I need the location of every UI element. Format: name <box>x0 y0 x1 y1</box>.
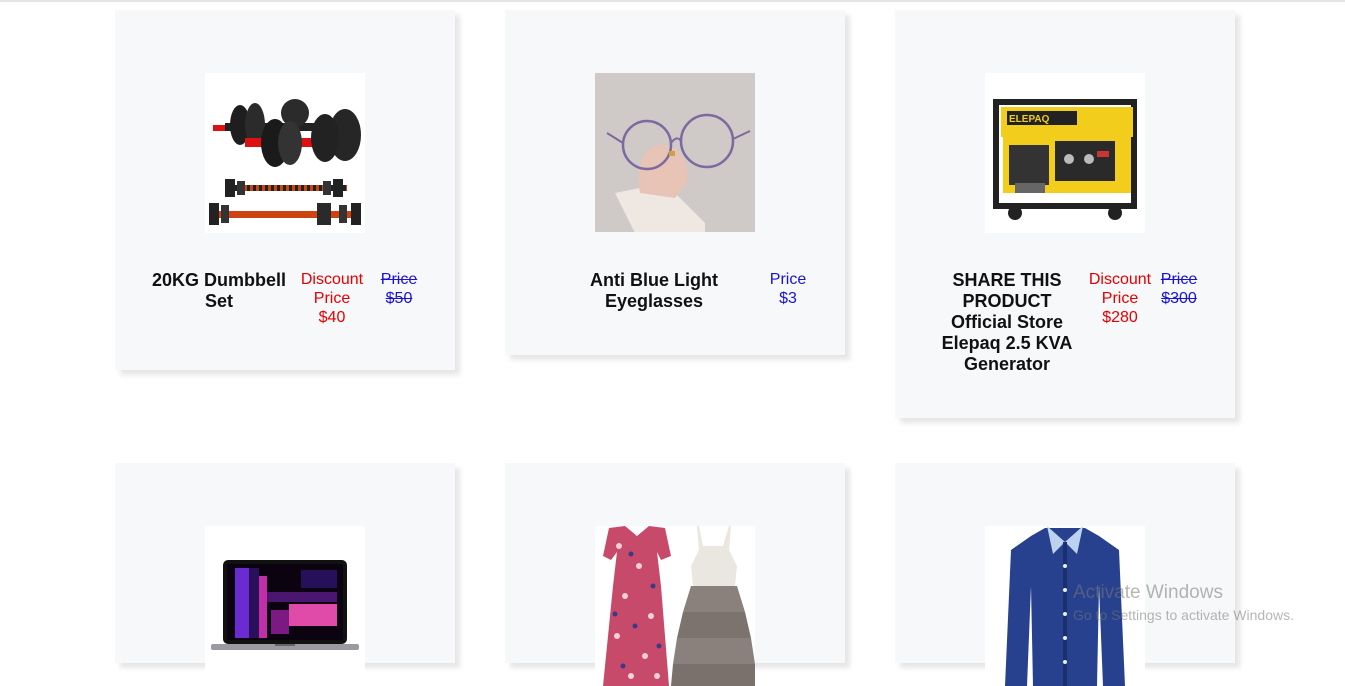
product-card-eyeglasses[interactable]: Anti Blue Light Eyeglasses Price $3 <box>505 10 845 355</box>
price-value: $50 <box>385 290 413 307</box>
discount-price-value: $280 <box>1102 309 1138 326</box>
discount-price-label: Discount Price <box>1088 271 1152 307</box>
activate-windows-subtitle: Go to Settings to activate Windows. <box>1073 607 1294 623</box>
price-value: $3 <box>779 290 797 307</box>
original-price: Price $300 <box>1157 270 1201 308</box>
product-card-dresses[interactable] <box>505 463 845 686</box>
discount-price-label: Discount Price <box>300 271 364 307</box>
product-card-shirt[interactable] <box>895 463 1235 686</box>
shirt-image[interactable] <box>985 526 1145 686</box>
dumbbell-set-image[interactable] <box>205 73 365 233</box>
product-card-dumbbell[interactable]: 20KG Dumbbell Set Discount Price $40 Pri… <box>115 10 455 370</box>
price-label: Price <box>769 271 807 288</box>
laptop-image[interactable] <box>205 526 365 686</box>
price-label: Price <box>380 271 418 288</box>
product-name[interactable]: 20KG Dumbbell Set <box>149 270 289 312</box>
svg-text:ELEPAQ: ELEPAQ <box>1009 114 1050 125</box>
top-border <box>0 0 1345 2</box>
product-card-generator[interactable]: ELEPAQ SHARE THIS PRODUCT Official Store… <box>895 10 1235 418</box>
original-price: Price $50 <box>373 270 425 308</box>
dresses-image[interactable] <box>595 526 755 686</box>
activate-windows-title: Activate Windows <box>1073 582 1223 603</box>
discount-price: Discount Price $40 <box>291 270 373 327</box>
product-name[interactable]: SHARE THIS PRODUCT Official Store Elepaq… <box>933 270 1081 375</box>
product-name[interactable]: Anti Blue Light Eyeglasses <box>571 270 737 312</box>
generator-image[interactable]: ELEPAQ <box>985 73 1145 233</box>
eyeglasses-image[interactable] <box>595 73 755 232</box>
original-price: Price $3 <box>761 270 815 308</box>
price-value: $300 <box>1161 290 1197 307</box>
product-card-laptop[interactable] <box>115 463 455 686</box>
discount-price-value: $40 <box>318 309 346 326</box>
price-label: Price <box>1160 271 1198 288</box>
discount-price: Discount Price $280 <box>1081 270 1159 327</box>
